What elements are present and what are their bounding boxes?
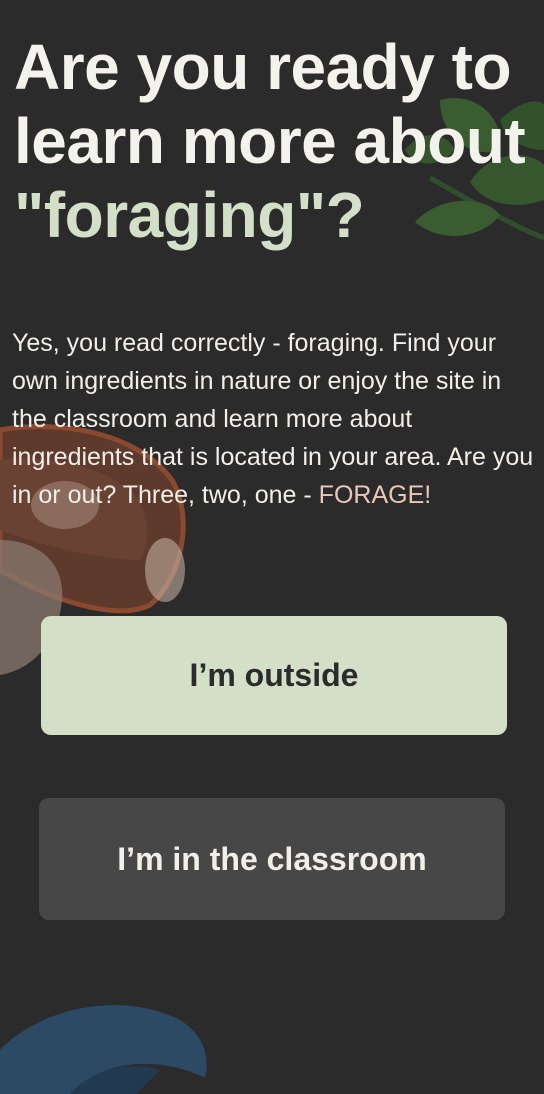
title-line-1: Are you ready to <box>14 31 512 103</box>
outside-button-label: I’m outside <box>189 657 359 693</box>
wave-icon <box>0 1005 207 1094</box>
intro-text: Yes, you read correctly - foraging. Find… <box>12 324 534 514</box>
title-highlight: "foraging"? <box>14 179 365 251</box>
classroom-button-label: I’m in the classroom <box>117 840 427 877</box>
intro-cta: FORAGE! <box>318 481 432 509</box>
title-line-2: learn more about <box>14 105 526 177</box>
outside-button[interactable]: I’m outside <box>41 616 507 735</box>
page-title: Are you ready to learn more about "forag… <box>14 30 534 252</box>
intro-body: Yes, you read correctly - foraging. Find… <box>12 329 534 509</box>
classroom-button[interactable]: I’m in the classroom <box>39 798 505 920</box>
